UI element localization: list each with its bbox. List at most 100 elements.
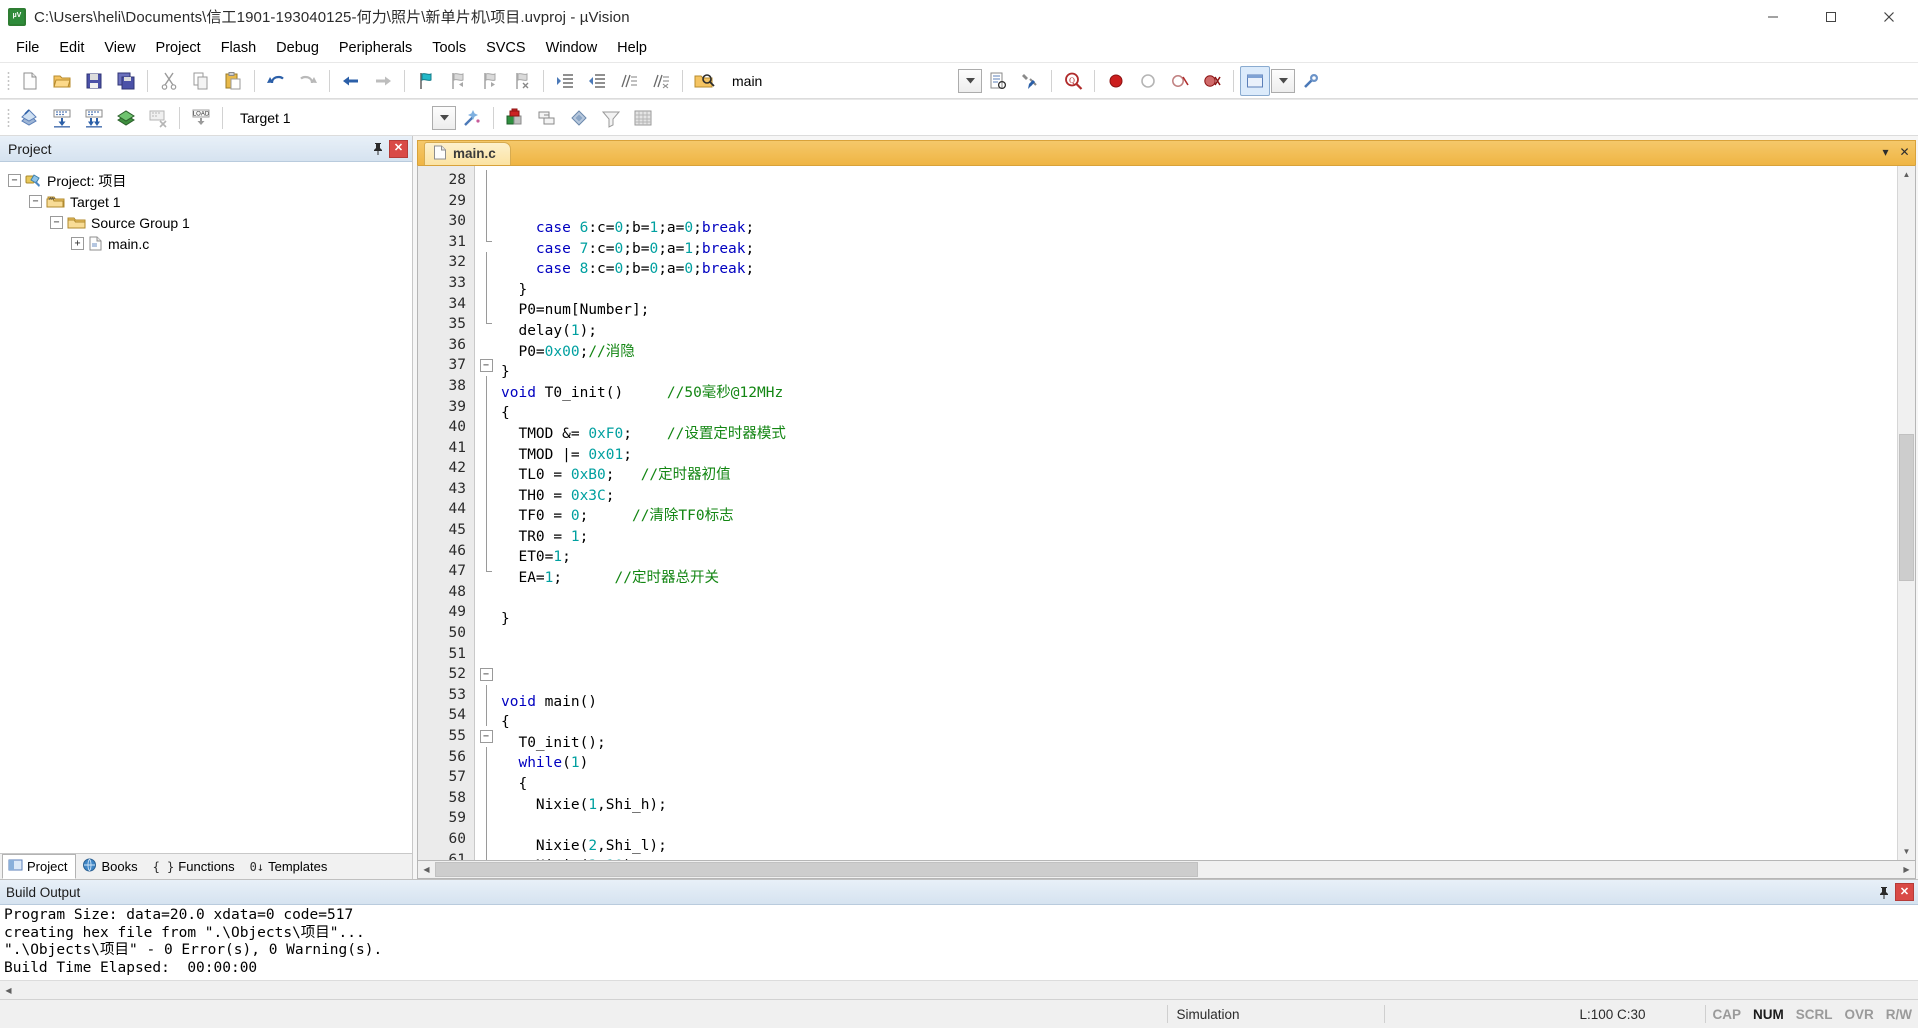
fold-collapse-box[interactable]: − <box>479 668 493 682</box>
debug-settings-icon[interactable] <box>1015 66 1045 96</box>
vertical-scroll-track[interactable] <box>1898 182 1915 843</box>
code-editor[interactable]: 28 29 30 31 32 33 34 35 36 37 38 39 40 41 42 43 44 45 46 47… <box>417 164 1916 861</box>
tab-books[interactable]: Books <box>76 854 146 879</box>
build-icon[interactable] <box>47 103 77 133</box>
cut-icon[interactable] <box>154 66 184 96</box>
undo-icon[interactable] <box>261 66 291 96</box>
document-tab-main-c[interactable]: main.c <box>424 141 511 165</box>
open-file-icon[interactable] <box>47 66 77 96</box>
batch-build-icon[interactable] <box>111 103 141 133</box>
tree-node-source-group[interactable]: − Source Group 1 <box>8 212 412 233</box>
bookmark-clear-icon[interactable] <box>507 66 537 96</box>
menu-view[interactable]: View <box>94 36 145 60</box>
fold-marker[interactable]: − <box>475 726 497 747</box>
kill-all-breakpoints-icon[interactable] <box>1197 66 1227 96</box>
expander-project[interactable]: − <box>8 174 21 187</box>
window-layout-icon[interactable] <box>1240 65 1270 96</box>
save-all-icon[interactable] <box>111 66 141 96</box>
copy-icon[interactable] <box>186 66 216 96</box>
rebuild-icon[interactable] <box>79 103 109 133</box>
source-browse-icon[interactable] <box>983 66 1013 96</box>
menu-svcs[interactable]: SVCS <box>476 36 536 60</box>
fold-marker[interactable]: − <box>475 664 497 685</box>
pin-icon[interactable] <box>369 140 387 158</box>
disable-breakpoint-icon[interactable] <box>1133 66 1163 96</box>
bookmark-next-icon[interactable] <box>475 66 505 96</box>
menu-peripherals[interactable]: Peripherals <box>329 36 422 60</box>
save-icon[interactable] <box>79 66 109 96</box>
target-combo[interactable]: Target 1 <box>234 105 346 130</box>
indent-icon[interactable] <box>550 66 580 96</box>
vertical-scroll-thumb[interactable] <box>1899 433 1914 581</box>
expander-main-c[interactable]: + <box>71 237 84 250</box>
code-text-area[interactable]: case 6:c=0;b=1;a=0;break; case 7:c=0;b=0… <box>497 166 1897 860</box>
new-file-icon[interactable] <box>15 66 45 96</box>
scroll-up-arrow[interactable]: ▲ <box>1898 165 1915 183</box>
close-button[interactable] <box>1860 0 1918 33</box>
manage-components-icon[interactable] <box>500 103 530 133</box>
pack-installer-icon[interactable] <box>564 103 594 133</box>
menu-file[interactable]: File <box>6 36 49 60</box>
bookmark-prev-icon[interactable] <box>443 66 473 96</box>
menu-edit[interactable]: Edit <box>49 36 94 60</box>
pin-icon[interactable] <box>1875 883 1893 901</box>
scroll-right-arrow[interactable]: ▶ <box>1898 861 1915 878</box>
expander-source-group[interactable]: − <box>50 216 63 229</box>
comment-icon[interactable] <box>614 66 644 96</box>
close-icon[interactable]: ✕ <box>389 139 408 158</box>
filter-icon[interactable] <box>596 103 626 133</box>
tree-node-main-c[interactable]: + main.c <box>8 233 412 254</box>
disable-all-breakpoints-icon[interactable] <box>1165 66 1195 96</box>
navigate-forward-icon[interactable] <box>368 66 398 96</box>
fold-marker[interactable]: − <box>475 355 497 376</box>
fold-collapse-box[interactable]: − <box>479 729 493 743</box>
translate-icon[interactable] <box>15 103 45 133</box>
download-icon[interactable]: LOAD <box>186 103 216 133</box>
editor-horizontal-scrollbar[interactable]: ◀ ▶ <box>417 861 1916 879</box>
maximize-button[interactable] <box>1802 0 1860 33</box>
function-combo-arrow[interactable] <box>958 68 982 93</box>
multi-project-icon[interactable] <box>532 103 562 133</box>
tree-node-project[interactable]: − Project: 项目 <box>8 170 412 191</box>
insert-breakpoint-icon[interactable] <box>1101 66 1131 96</box>
menu-project[interactable]: Project <box>146 36 211 60</box>
scroll-down-arrow[interactable]: ▼ <box>1898 843 1915 860</box>
editor-vertical-scrollbar[interactable]: ▲ ▼ <box>1897 165 1915 860</box>
find-in-files-icon[interactable] <box>689 66 719 96</box>
chevron-down-icon[interactable]: ▾ <box>1877 143 1894 160</box>
bookmark-toggle-icon[interactable] <box>411 66 441 96</box>
window-layout-arrow[interactable] <box>1271 68 1295 93</box>
target-options-icon[interactable] <box>457 103 487 133</box>
build-output-scrollbar[interactable]: ◀ <box>0 980 1918 999</box>
redo-icon[interactable] <box>293 66 323 96</box>
close-icon[interactable]: ✕ <box>1895 883 1914 901</box>
tab-functions[interactable]: { } Functions <box>147 854 244 879</box>
configure-tools-icon[interactable] <box>1296 66 1326 96</box>
scroll-left-arrow[interactable]: ◀ <box>0 981 17 999</box>
paste-icon[interactable] <box>218 66 248 96</box>
menu-flash[interactable]: Flash <box>211 36 266 60</box>
tab-project[interactable]: Project <box>2 854 77 879</box>
grid-icon[interactable] <box>628 103 658 133</box>
expander-target[interactable]: − <box>29 195 42 208</box>
find-target-icon[interactable]: Q <box>1058 66 1088 96</box>
build-scroll-track[interactable] <box>17 981 1918 999</box>
outdent-icon[interactable] <box>582 66 612 96</box>
toolbar-grip[interactable] <box>5 106 11 129</box>
horizontal-scroll-thumb[interactable] <box>435 862 1198 877</box>
menu-tools[interactable]: Tools <box>422 36 476 60</box>
fold-collapse-box[interactable]: − <box>479 359 493 373</box>
tab-templates[interactable]: 0↓ Templates <box>244 854 337 879</box>
stop-build-icon[interactable] <box>143 103 173 133</box>
menu-window[interactable]: Window <box>536 36 608 60</box>
function-combo[interactable]: main <box>726 68 838 93</box>
scroll-left-arrow[interactable]: ◀ <box>418 861 435 878</box>
tree-node-target[interactable]: − Target 1 <box>8 191 412 212</box>
navigate-back-icon[interactable] <box>336 66 366 96</box>
code-folding-column[interactable]: − − − <box>475 165 497 860</box>
target-combo-arrow[interactable] <box>432 105 456 130</box>
menu-debug[interactable]: Debug <box>266 36 329 60</box>
menu-help[interactable]: Help <box>607 36 657 60</box>
close-icon[interactable]: ✕ <box>1896 143 1913 160</box>
horizontal-scroll-track[interactable] <box>435 861 1898 878</box>
